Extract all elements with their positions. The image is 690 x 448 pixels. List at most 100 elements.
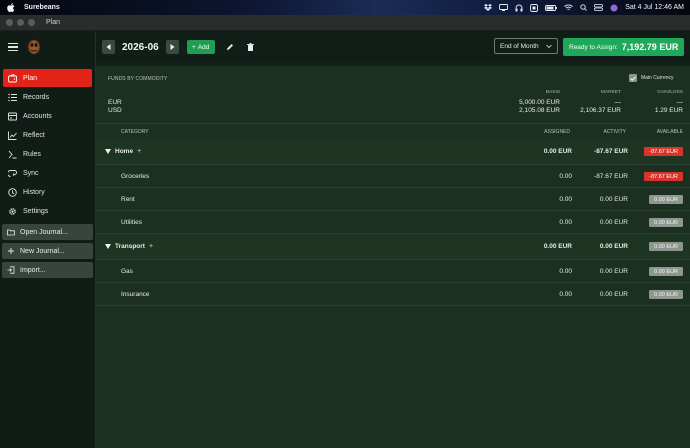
group-label: Transport	[115, 243, 145, 250]
dropbox-icon[interactable]	[484, 4, 493, 11]
previous-month-button[interactable]	[102, 40, 115, 54]
category-activity: 0.00 EUR	[599, 291, 628, 298]
sidebar-item-label: Sync	[23, 169, 39, 177]
main-currency-checkbox[interactable]	[629, 74, 637, 82]
category-row[interactable]: Groceries 0.00 -87.67 EUR -87.67 EUR	[96, 165, 690, 188]
zoom-window-button[interactable]	[28, 19, 35, 26]
next-month-button[interactable]	[165, 40, 179, 54]
funds-market: —	[614, 99, 622, 106]
pencil-icon	[226, 44, 233, 50]
caret-down-icon[interactable]	[105, 244, 111, 249]
search-icon[interactable]	[580, 4, 588, 11]
sidebar-item-plan[interactable]: Plan	[3, 69, 92, 87]
sidebar-item-sync[interactable]: Sync	[3, 164, 92, 182]
sidebar-nav: Plan Records Accounts Reflect Rules Sync	[0, 63, 95, 220]
add-subcategory-icon[interactable]: +	[149, 243, 153, 250]
category-group-row[interactable]: Transport + 0.00 EUR 0.00 EUR 0.00 EUR	[96, 234, 690, 260]
category-assigned[interactable]: 0.00	[559, 219, 572, 226]
sidebar-item-label: History	[23, 188, 45, 196]
menubar-app-name[interactable]: Surebeans	[24, 4, 60, 11]
main-panel: 2026-06 + Add End of Month Ready to Assi…	[96, 31, 690, 448]
category-activity: 0.00 EUR	[599, 196, 628, 203]
list-icon	[8, 93, 17, 101]
category-row[interactable]: Utilities 0.00 0.00 EUR 0.00 EUR	[96, 211, 690, 234]
category-activity: 0.00 EUR	[599, 268, 628, 275]
category-assigned[interactable]: 0.00	[559, 268, 572, 275]
funds-basis-values: 5,000.00 EUR 2,105.08 EUR	[519, 99, 560, 115]
table-header: CATEGORY ASSIGNED ACTIVITY AVAILABLE	[96, 125, 690, 139]
wifi-icon[interactable]	[564, 4, 574, 11]
import-button[interactable]: Import...	[2, 262, 93, 278]
funds-market: 2,106.37 EUR	[580, 107, 621, 114]
battery-icon[interactable]	[545, 4, 558, 11]
window-controls	[6, 19, 35, 26]
category-row[interactable]: Gas 0.00 0.00 EUR 0.00 EUR	[96, 260, 690, 283]
apple-icon[interactable]	[7, 3, 15, 12]
import-icon	[7, 266, 15, 274]
ready-to-assign-badge[interactable]: Ready to Assign: 7,192.79 EUR	[563, 38, 684, 56]
control-center-icon[interactable]	[594, 4, 604, 11]
edit-button[interactable]	[224, 41, 236, 53]
close-window-button[interactable]	[6, 19, 13, 26]
available-badge: -87.67 EUR	[644, 147, 683, 156]
funds-gainloss: —	[676, 99, 684, 106]
sidebar-actions: Open Journal... New Journal... Import...	[0, 224, 95, 278]
category-assigned[interactable]: 0.00	[559, 173, 572, 180]
trash-icon	[247, 43, 255, 51]
funds-market-values: — 2,106.37 EUR	[580, 99, 621, 115]
funds-gainloss-values: — 1.29 EUR	[655, 99, 683, 115]
sidebar: Plan Records Accounts Reflect Rules Sync	[0, 31, 96, 448]
group-label: Home	[115, 148, 134, 155]
headphones-icon[interactable]	[515, 4, 523, 12]
column-available: AVAILABLE	[656, 129, 683, 135]
new-journal-button[interactable]: New Journal...	[2, 243, 93, 259]
display-icon[interactable]	[499, 4, 509, 11]
sidebar-item-reflect[interactable]: Reflect	[3, 126, 92, 144]
menu-icon[interactable]	[8, 43, 18, 51]
funds-column-basis: BASIS	[545, 90, 560, 95]
sync-icon	[8, 169, 17, 177]
sidebar-item-accounts[interactable]: Accounts	[3, 107, 92, 125]
folder-icon	[7, 229, 15, 236]
window-title: Plan	[46, 19, 61, 26]
category-group-row[interactable]: Home + 0.00 EUR -87.67 EUR -87.67 EUR	[96, 139, 690, 165]
sidebar-item-history[interactable]: History	[3, 183, 92, 201]
category-name: Utilities	[121, 219, 142, 226]
open-journal-button[interactable]: Open Journal...	[2, 224, 93, 240]
group-name: Transport +	[105, 243, 153, 250]
add-subcategory-icon[interactable]: +	[137, 148, 141, 155]
accounts-icon	[8, 112, 17, 120]
available-badge: 0.00 EUR	[649, 290, 683, 299]
caret-down-icon[interactable]	[105, 149, 111, 154]
category-activity: 0.00 EUR	[599, 219, 628, 226]
sidebar-item-label: Plan	[23, 74, 38, 82]
new-journal-label: New Journal...	[20, 247, 65, 255]
siri-icon[interactable]	[610, 4, 618, 12]
minimize-window-button[interactable]	[17, 19, 24, 26]
group-assigned: 0.00 EUR	[543, 148, 572, 155]
ready-to-assign-amount: 7,192.79 EUR	[621, 42, 679, 52]
category-row[interactable]: Rent 0.00 0.00 EUR 0.00 EUR	[96, 188, 690, 211]
main-currency-toggle[interactable]: Main Currency	[629, 74, 674, 82]
chart-icon	[8, 131, 17, 140]
period-select-value: End of Month	[500, 42, 539, 50]
sidebar-item-records[interactable]: Records	[3, 88, 92, 106]
main-currency-label: Main Currency	[641, 75, 674, 81]
chevron-right-icon	[170, 44, 175, 50]
add-category-button[interactable]: + Add	[186, 40, 215, 54]
sidebar-item-rules[interactable]: Rules	[3, 145, 92, 163]
available-badge: 0.00 EUR	[649, 195, 683, 204]
menubar-clock[interactable]: Sat 4 Jul 12:46 AM	[625, 4, 684, 11]
sidebar-item-settings[interactable]: Settings	[3, 202, 92, 220]
category-assigned[interactable]: 0.00	[559, 196, 572, 203]
window-titlebar: Plan	[0, 15, 690, 31]
funds-commodity: USD	[108, 107, 122, 114]
chevron-left-icon	[106, 44, 111, 50]
app-indicator-icon[interactable]	[530, 3, 539, 12]
group-activity: -87.67 EUR	[594, 148, 628, 155]
category-assigned[interactable]: 0.00	[559, 291, 572, 298]
history-icon	[8, 187, 17, 197]
period-select[interactable]: End of Month	[494, 38, 558, 54]
category-row[interactable]: Insurance 0.00 0.00 EUR 0.00 EUR	[96, 283, 690, 306]
delete-button[interactable]	[245, 41, 257, 53]
